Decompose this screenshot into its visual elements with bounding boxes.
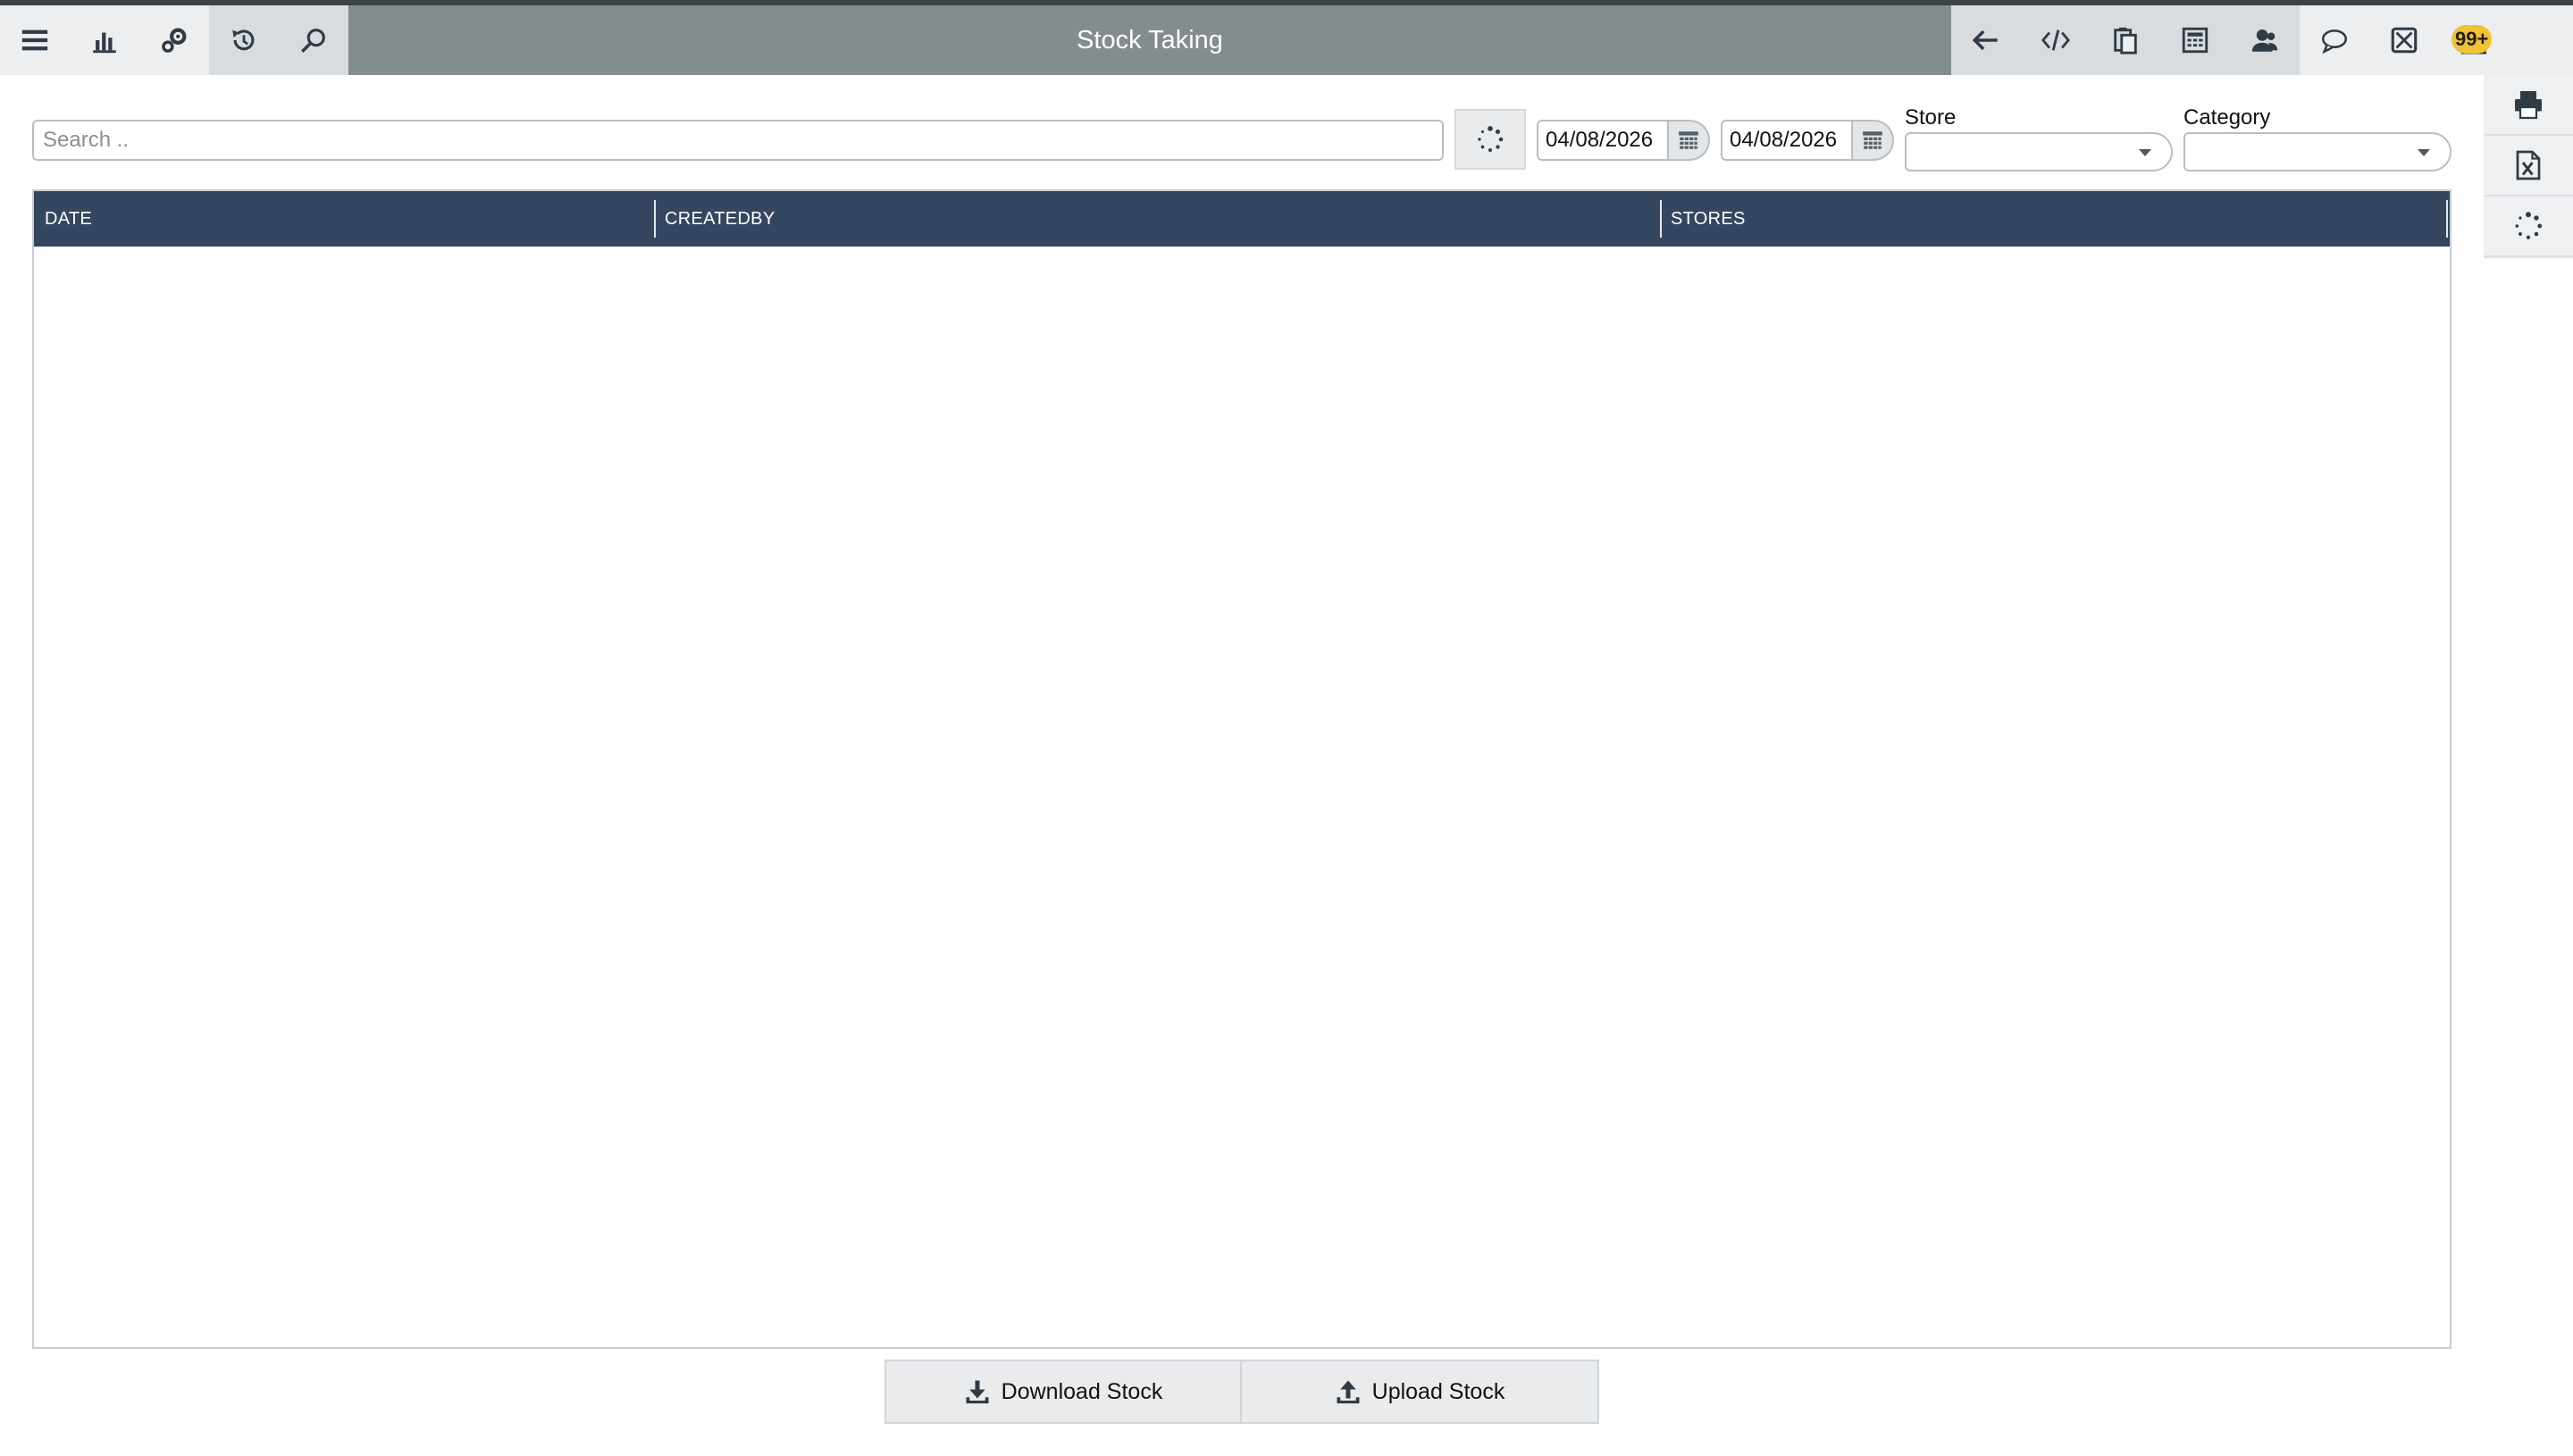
notification-badge: 99+	[2451, 25, 2493, 54]
refresh-icon	[2515, 212, 2543, 239]
download-stock-label: Download Stock	[1001, 1378, 1163, 1404]
column-header-date[interactable]: DATE	[45, 191, 92, 247]
title-bar: Stock Taking	[348, 5, 1951, 75]
clipboard-icon	[2114, 27, 2137, 54]
bottom-action-bar: Download Stock Upload Stock	[884, 1360, 1599, 1424]
toolbar-left-group	[0, 5, 348, 75]
history-icon	[232, 29, 255, 51]
calculator-button[interactable]	[2160, 5, 2230, 75]
clipboard-button[interactable]	[2091, 5, 2160, 75]
code-button[interactable]	[2021, 5, 2091, 75]
refresh-button[interactable]	[1454, 109, 1526, 170]
chevron-down-icon	[2139, 149, 2151, 156]
store-label: Store	[1905, 105, 1957, 130]
search-input[interactable]	[32, 120, 1444, 161]
category-label: Category	[2183, 105, 2271, 130]
upload-stock-button[interactable]: Upload Stock	[1242, 1360, 1599, 1424]
settings-button[interactable]	[139, 5, 209, 75]
history-button[interactable]	[209, 5, 279, 75]
calendar-icon	[1863, 131, 1882, 149]
menu-icon	[21, 29, 48, 51]
print-icon	[2515, 91, 2542, 120]
top-toolbar: Stock Taking 99+	[0, 5, 2573, 75]
excel-export-button[interactable]	[2484, 136, 2573, 197]
print-button[interactable]	[2484, 75, 2573, 136]
refresh-icon	[1478, 126, 1504, 153]
excel-export-icon	[2516, 150, 2541, 180]
column-header-stores[interactable]: STORES	[1671, 191, 1746, 247]
side-action-panel	[2484, 75, 2573, 259]
mail-icon	[2391, 27, 2418, 54]
column-header-createdby[interactable]: CREATEDBY	[665, 191, 775, 247]
grid-header: DATE CREATEDBY STORES	[34, 191, 2450, 247]
toolbar-right-group	[1951, 5, 2300, 75]
back-button[interactable]	[1951, 5, 2021, 75]
stock-taking-grid: DATE CREATEDBY STORES	[32, 189, 2451, 1349]
page-title: Stock Taking	[1077, 25, 1223, 54]
code-icon	[2041, 29, 2071, 51]
calendar-icon	[1679, 131, 1698, 149]
back-arrow-icon	[1972, 29, 1998, 51]
settings-gears-icon	[162, 28, 187, 53]
upload-icon	[1337, 1380, 1360, 1404]
store-select[interactable]	[1905, 132, 2173, 172]
category-select[interactable]	[2183, 132, 2451, 172]
menu-button[interactable]	[0, 5, 70, 75]
upload-stock-label: Upload Stock	[1371, 1378, 1505, 1404]
side-refresh-button[interactable]	[2484, 197, 2573, 257]
date-to-calendar-button[interactable]	[1851, 120, 1894, 161]
chat-icon	[2321, 29, 2348, 54]
bar-chart-icon	[93, 32, 116, 54]
column-resize-handle[interactable]	[2446, 200, 2448, 238]
grid-body	[34, 247, 2450, 1347]
chat-button[interactable]	[2300, 5, 2369, 75]
reports-button[interactable]	[70, 5, 139, 75]
date-to-input[interactable]	[1721, 120, 1853, 161]
column-resize-handle[interactable]	[654, 200, 656, 238]
column-resize-handle[interactable]	[1660, 200, 1662, 238]
search-button[interactable]	[279, 5, 348, 75]
download-stock-button[interactable]: Download Stock	[884, 1360, 1242, 1424]
mail-button[interactable]	[2369, 5, 2439, 75]
chevron-down-icon	[2418, 149, 2430, 156]
download-icon	[966, 1380, 989, 1404]
calculator-icon	[2182, 27, 2208, 54]
date-from-input[interactable]	[1537, 120, 1669, 161]
users-icon	[2251, 29, 2278, 52]
users-button[interactable]	[2230, 5, 2300, 75]
search-icon	[300, 29, 325, 54]
date-from-calendar-button[interactable]	[1667, 120, 1710, 161]
